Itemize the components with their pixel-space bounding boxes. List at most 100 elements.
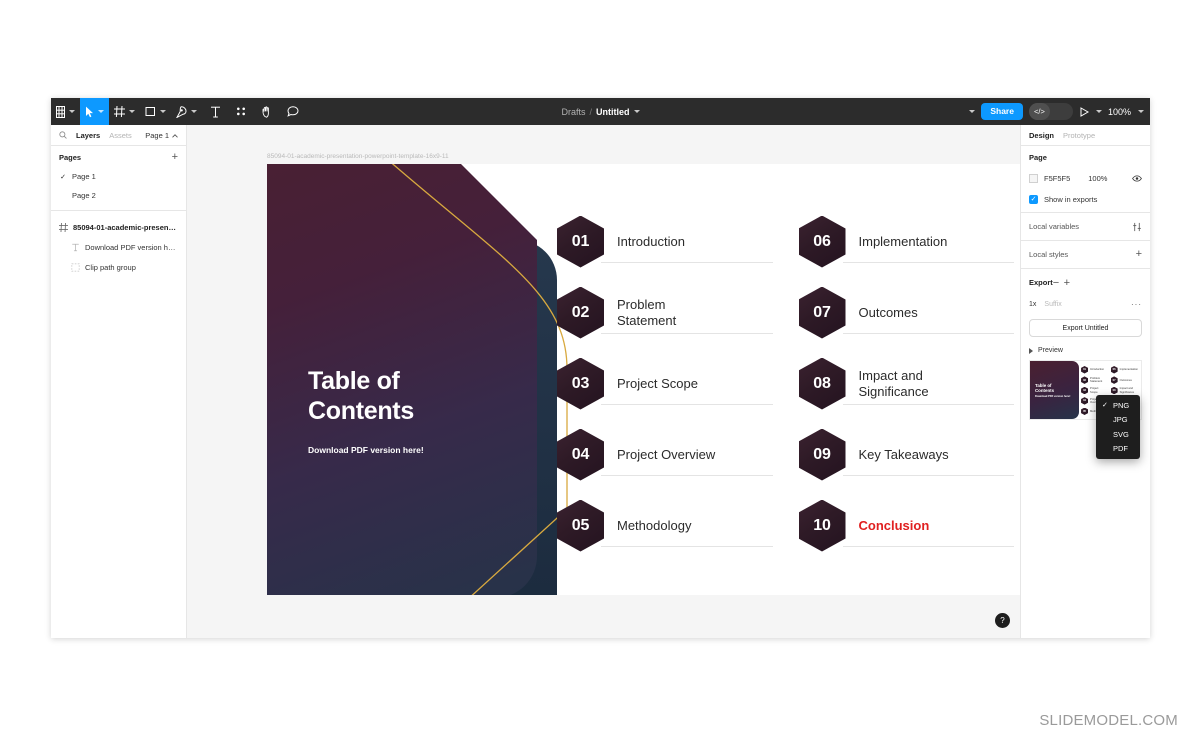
- format-option-png[interactable]: ✓ PNG: [1096, 398, 1140, 413]
- toc-underline: [842, 404, 1014, 405]
- page-selector[interactable]: Page 1: [145, 125, 178, 146]
- export-format-dropdown[interactable]: ✓ PNG JPG SVG PDF: [1096, 395, 1140, 459]
- slide-subtitle: Download PDF version here!: [308, 445, 424, 455]
- page-color-row[interactable]: F5F5F5 100%: [1029, 169, 1142, 187]
- toc-underline: [842, 333, 1014, 334]
- toc-item[interactable]: 02 Problem Statement: [557, 277, 773, 348]
- preview-hexagon-icon: 04: [1081, 397, 1089, 405]
- toc-item[interactable]: 07 Outcomes: [798, 277, 1014, 348]
- toc-underline: [601, 404, 773, 405]
- toc-item[interactable]: 08 Impact and Significance: [798, 348, 1014, 419]
- page-properties-block: Page F5F5F5 100% ✓ Show in exports: [1021, 146, 1150, 213]
- layer-row-text[interactable]: Download PDF version here!: [51, 237, 186, 257]
- toolbar-tools: [51, 98, 306, 125]
- chevron-down-icon[interactable]: [633, 110, 640, 113]
- export-scale[interactable]: 1x: [1029, 301, 1036, 308]
- local-variables-actions[interactable]: [1132, 222, 1142, 232]
- pages-title: Pages: [59, 153, 82, 162]
- page-color-hex[interactable]: F5F5F5: [1044, 174, 1070, 183]
- pages-section-header: Pages +: [51, 146, 186, 167]
- slide-frame[interactable]: Table of Contents Download PDF version h…: [267, 164, 1020, 595]
- toc-label: Implementation: [858, 233, 948, 249]
- toc-item[interactable]: 05 Methodology: [557, 490, 773, 561]
- tab-design[interactable]: Design: [1029, 131, 1054, 140]
- text-layer-icon: [72, 243, 79, 251]
- toc-label: Project Overview: [617, 446, 716, 462]
- toc-column-right: 06 Implementation 07 Outcomes 08 Impact …: [798, 206, 1014, 567]
- zoom-level-label[interactable]: 100%: [1108, 107, 1131, 117]
- add-export-button[interactable]: +: [1064, 277, 1070, 289]
- preview-toc-item: 01 Introduction: [1081, 366, 1107, 374]
- toc-label-highlighted: Conclusion: [858, 517, 930, 533]
- add-local-style-button[interactable]: +: [1136, 249, 1142, 260]
- toc-item[interactable]: 06 Implementation: [798, 206, 1014, 277]
- layer-row-group[interactable]: Clip path group: [51, 257, 186, 277]
- hexagon-badge: 09: [798, 428, 846, 481]
- hand-tool-button[interactable]: [254, 98, 280, 125]
- hexagon-badge: 08: [798, 357, 846, 410]
- text-tool-button[interactable]: [202, 98, 228, 125]
- preview-section-header[interactable]: Preview: [1021, 343, 1150, 356]
- resources-button[interactable]: [228, 98, 254, 125]
- color-swatch[interactable]: [1029, 173, 1038, 183]
- local-styles-row[interactable]: Local styles +: [1021, 241, 1150, 269]
- tab-assets[interactable]: Assets: [109, 131, 132, 140]
- figma-window: Drafts / Untitled Share </> 100% Layers …: [51, 98, 1150, 638]
- breadcrumb-root[interactable]: Drafts: [561, 107, 585, 117]
- toc-label: Impact and Significance: [858, 368, 929, 399]
- format-option-svg[interactable]: SVG: [1096, 427, 1140, 442]
- toc-underline: [601, 546, 773, 547]
- chevron-down-icon[interactable]: [969, 110, 976, 113]
- toc-item[interactable]: 01 Introduction: [557, 206, 773, 277]
- toc-item[interactable]: 09 Key Takeaways: [798, 419, 1014, 490]
- remove-export-button[interactable]: −: [1053, 277, 1059, 289]
- tab-prototype[interactable]: Prototype: [1063, 131, 1095, 140]
- toc-number: 03: [571, 374, 590, 392]
- tab-layers[interactable]: Layers: [76, 131, 100, 140]
- toc-item[interactable]: 04 Project Overview: [557, 419, 773, 490]
- page-selector-label: Page 1: [145, 131, 169, 140]
- toc-item[interactable]: 03 Project Scope: [557, 348, 773, 419]
- format-option-pdf[interactable]: PDF: [1096, 442, 1140, 457]
- comment-tool-button[interactable]: [280, 98, 306, 125]
- checkbox-checked-icon[interactable]: ✓: [1029, 195, 1038, 204]
- hexagon-icon: 01: [557, 215, 604, 268]
- preview-toc-item: 06 Implementation: [1110, 366, 1138, 374]
- help-button[interactable]: ?: [995, 613, 1010, 628]
- chevron-down-icon[interactable]: [1138, 110, 1144, 113]
- preview-hexagon-icon: 08: [1110, 386, 1118, 395]
- left-sidebar: Layers Assets Page 1 Pages + ✓ Page 1 Pa…: [51, 125, 187, 638]
- toc-item[interactable]: 10 Conclusion: [798, 490, 1014, 561]
- visibility-toggle[interactable]: [1132, 169, 1142, 187]
- share-button[interactable]: Share: [981, 103, 1023, 120]
- hexagon-icon: 05: [557, 499, 604, 552]
- canvas-area[interactable]: 85094-01-academic-presentation-powerpoin…: [187, 125, 1020, 638]
- move-tool-button[interactable]: [80, 98, 109, 125]
- preview-label: Preview: [1038, 347, 1063, 354]
- format-option-jpg[interactable]: JPG: [1096, 413, 1140, 428]
- pen-tool-button[interactable]: [171, 98, 202, 125]
- add-page-button[interactable]: +: [172, 152, 178, 163]
- page-list-item-2[interactable]: Page 2: [51, 186, 186, 205]
- frame-name-label[interactable]: 85094-01-academic-presentation-powerpoin…: [267, 153, 449, 160]
- divider: [51, 210, 186, 211]
- export-label: Export: [1029, 277, 1053, 287]
- toc-number: 04: [571, 445, 590, 463]
- show-in-exports-row[interactable]: ✓ Show in exports: [1029, 195, 1142, 204]
- export-button[interactable]: Export Untitled: [1029, 319, 1142, 337]
- page-color-opacity[interactable]: 100%: [1088, 174, 1107, 183]
- layer-row-frame[interactable]: 85094-01-academic-presentatio...: [51, 217, 186, 237]
- search-icon[interactable]: [59, 131, 67, 139]
- local-variables-row[interactable]: Local variables: [1021, 213, 1150, 241]
- breadcrumb-current-file[interactable]: Untitled: [596, 107, 630, 117]
- chevron-down-icon[interactable]: [1095, 110, 1102, 113]
- dev-mode-toggle[interactable]: </>: [1028, 103, 1073, 120]
- rectangle-icon: [145, 107, 155, 116]
- shape-tool-button[interactable]: [140, 98, 171, 125]
- frame-tool-button[interactable]: [109, 98, 140, 125]
- main-menu-button[interactable]: [51, 98, 80, 125]
- page-list-item-1[interactable]: ✓ Page 1: [51, 167, 186, 186]
- export-suffix-input[interactable]: Suffix: [1044, 301, 1061, 308]
- export-more-options-button[interactable]: ···: [1131, 300, 1142, 309]
- present-play-icon[interactable]: [1079, 106, 1089, 117]
